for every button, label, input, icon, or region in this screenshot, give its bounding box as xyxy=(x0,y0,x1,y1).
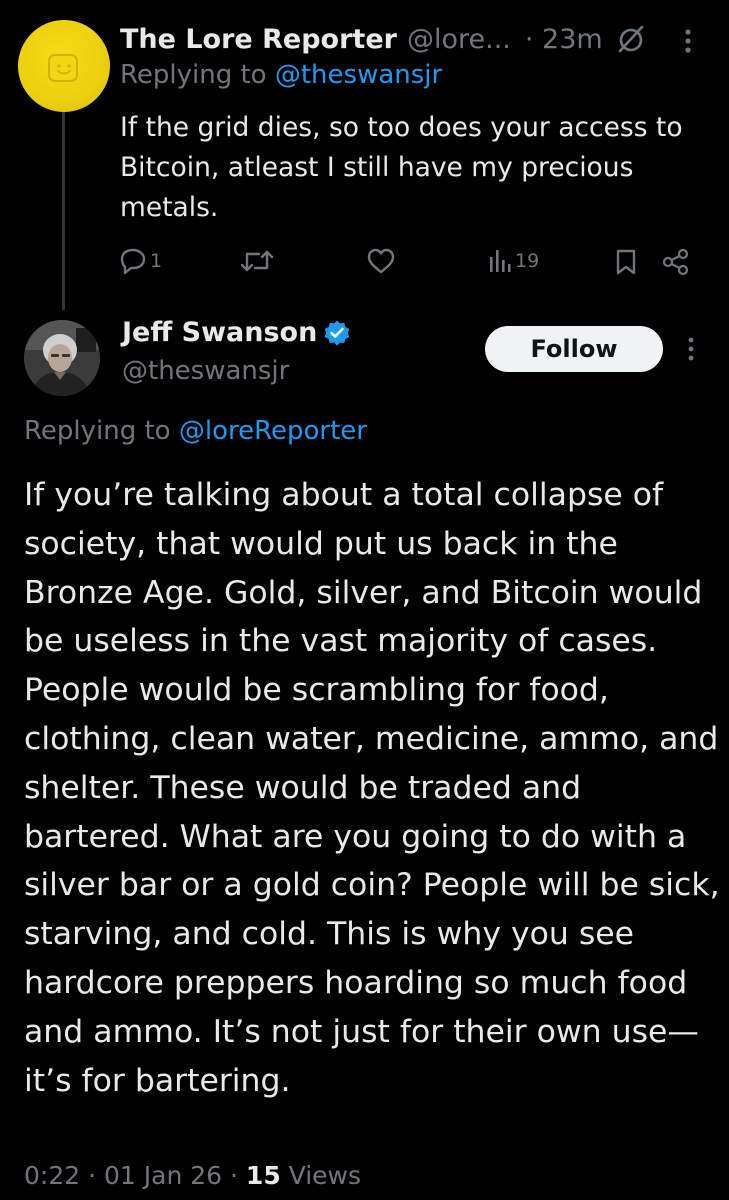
views-label: Views xyxy=(288,1161,362,1190)
reply-icon xyxy=(120,248,146,275)
reply-count: 1 xyxy=(150,250,163,272)
avatar-lore-reporter[interactable] xyxy=(18,20,110,112)
avatar-jeff-swanson[interactable] xyxy=(24,320,100,396)
thread-connector-line xyxy=(62,92,65,310)
more-vertical-icon xyxy=(685,29,691,53)
smiley-logo-icon xyxy=(48,54,78,82)
replying-to-label: Replying to xyxy=(120,60,275,90)
views-button[interactable]: 19 xyxy=(488,248,539,274)
like-button[interactable] xyxy=(366,246,396,276)
replying-to-handle-link[interactable]: @theswansjr xyxy=(275,60,442,90)
follow-button[interactable]: Follow xyxy=(485,326,663,372)
meta-separator: · xyxy=(88,1161,97,1190)
author-handle[interactable]: @lore... xyxy=(407,24,511,55)
retweet-icon xyxy=(240,250,274,272)
like-icon xyxy=(367,248,395,274)
profile-photo-icon xyxy=(24,320,100,396)
author-name[interactable]: The Lore Reporter xyxy=(120,24,397,55)
bookmark-icon xyxy=(616,249,636,275)
reply-button[interactable]: 1 xyxy=(118,246,162,276)
main-tweet-text: If you’re talking about a total collapse… xyxy=(24,477,720,1099)
clock-slash-icon xyxy=(615,23,647,55)
bookmark-button[interactable] xyxy=(614,248,638,276)
more-options-button[interactable] xyxy=(684,334,698,368)
retweet-button[interactable] xyxy=(240,246,274,276)
verified-badge-icon[interactable] xyxy=(323,319,351,347)
replying-to: Replying to @loreReporter xyxy=(24,416,367,446)
tweet-time[interactable]: · 23m xyxy=(525,24,603,55)
tweet-metadata: 0:22 · 01 Jan 26 · 15 Views xyxy=(24,1161,361,1190)
tweet-time[interactable]: 0:22 xyxy=(24,1161,80,1190)
author-name-row: Jeff Swanson xyxy=(122,317,351,348)
views-icon xyxy=(490,250,511,272)
reply-tweet-text: If the grid dies, so too does your acces… xyxy=(120,112,683,223)
author-handle[interactable]: @theswansjr xyxy=(122,356,289,386)
share-button[interactable] xyxy=(662,248,690,276)
more-vertical-icon xyxy=(688,337,694,361)
replying-to: Replying to @theswansjr xyxy=(120,60,442,90)
views-count: 15 xyxy=(245,1161,281,1190)
share-icon xyxy=(662,248,689,276)
replying-to-label: Replying to xyxy=(24,416,179,446)
more-options-button[interactable] xyxy=(678,26,698,60)
replying-to-handle-link[interactable]: @loreReporter xyxy=(179,416,367,446)
views-count: 19 xyxy=(515,250,540,272)
author-name[interactable]: Jeff Swanson xyxy=(122,317,317,348)
meta-separator: · xyxy=(230,1161,238,1190)
reply-tweet-header: The Lore Reporter @lore... · 23m xyxy=(120,20,647,58)
tweet-date[interactable]: 01 Jan 26 xyxy=(104,1161,222,1190)
